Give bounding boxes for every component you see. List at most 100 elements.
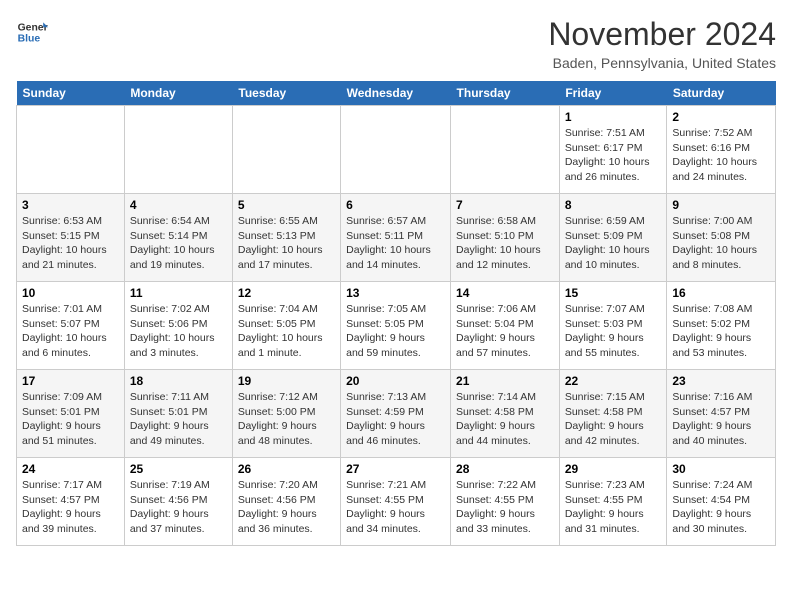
- week-row-4: 17 Sunrise: 7:09 AM Sunset: 5:01 PM Dayli…: [17, 370, 776, 458]
- title-block: November 2024 Baden, Pennsylvania, Unite…: [548, 16, 776, 71]
- day-number: 6: [346, 198, 445, 212]
- day-number: 8: [565, 198, 662, 212]
- day-number: 28: [456, 462, 554, 476]
- day-info: Sunrise: 7:52 AM Sunset: 6:16 PM Dayligh…: [672, 126, 770, 185]
- day-number: 7: [456, 198, 554, 212]
- calendar-cell: 15 Sunrise: 7:07 AM Sunset: 5:03 PM Dayli…: [559, 282, 667, 370]
- day-number: 15: [565, 286, 662, 300]
- calendar-cell: 9 Sunrise: 7:00 AM Sunset: 5:08 PM Daylig…: [667, 194, 776, 282]
- calendar-cell: 11 Sunrise: 7:02 AM Sunset: 5:06 PM Dayli…: [124, 282, 232, 370]
- calendar-cell: 22 Sunrise: 7:15 AM Sunset: 4:58 PM Dayli…: [559, 370, 667, 458]
- calendar-cell: 4Sunrise: 6:54 AM Sunset: 5:14 PM Daylig…: [124, 194, 232, 282]
- calendar-cell: 20Sunrise: 7:13 AM Sunset: 4:59 PM Dayli…: [341, 370, 451, 458]
- logo-icon: General Blue: [16, 16, 48, 48]
- day-number: 5: [238, 198, 335, 212]
- month-title: November 2024: [548, 16, 776, 53]
- day-number: 12: [238, 286, 335, 300]
- calendar-cell: 5 Sunrise: 6:55 AM Sunset: 5:13 PM Daylig…: [232, 194, 340, 282]
- day-info: Sunrise: 7:14 AM Sunset: 4:58 PM Dayligh…: [456, 390, 554, 449]
- day-number: 10: [22, 286, 119, 300]
- day-info: Sunrise: 7:13 AM Sunset: 4:59 PM Dayligh…: [346, 390, 445, 449]
- day-info: Sunrise: 6:57 AM Sunset: 5:11 PM Dayligh…: [346, 214, 445, 273]
- calendar-cell: 3 Sunrise: 6:53 AM Sunset: 5:15 PM Daylig…: [17, 194, 125, 282]
- week-row-3: 10 Sunrise: 7:01 AM Sunset: 5:07 PM Dayli…: [17, 282, 776, 370]
- calendar-cell: 26 Sunrise: 7:20 AM Sunset: 4:56 PM Dayli…: [232, 458, 340, 546]
- day-number: 21: [456, 374, 554, 388]
- day-info: Sunrise: 7:12 AM Sunset: 5:00 PM Dayligh…: [238, 390, 335, 449]
- calendar-cell: 25 Sunrise: 7:19 AM Sunset: 4:56 PM Dayli…: [124, 458, 232, 546]
- calendar-cell: 28 Sunrise: 7:22 AM Sunset: 4:55 PM Dayli…: [451, 458, 560, 546]
- weekday-header-thursday: Thursday: [451, 81, 560, 106]
- day-number: 9: [672, 198, 770, 212]
- day-number: 29: [565, 462, 662, 476]
- calendar-cell: 2Sunrise: 7:52 AM Sunset: 6:16 PM Daylig…: [667, 106, 776, 194]
- calendar-cell: [17, 106, 125, 194]
- calendar-cell: 23Sunrise: 7:16 AM Sunset: 4:57 PM Dayli…: [667, 370, 776, 458]
- calendar-cell: 21 Sunrise: 7:14 AM Sunset: 4:58 PM Dayli…: [451, 370, 560, 458]
- svg-text:Blue: Blue: [18, 34, 41, 45]
- calendar-cell: 29Sunrise: 7:23 AM Sunset: 4:55 PM Dayli…: [559, 458, 667, 546]
- day-info: Sunrise: 7:02 AM Sunset: 5:06 PM Dayligh…: [130, 302, 227, 361]
- day-number: 1: [565, 110, 662, 124]
- calendar-cell: 27 Sunrise: 7:21 AM Sunset: 4:55 PM Dayli…: [341, 458, 451, 546]
- day-info: Sunrise: 7:16 AM Sunset: 4:57 PM Dayligh…: [672, 390, 770, 449]
- page-header: General Blue November 2024 Baden, Pennsy…: [16, 16, 776, 71]
- day-number: 14: [456, 286, 554, 300]
- day-info: Sunrise: 7:21 AM Sunset: 4:55 PM Dayligh…: [346, 478, 445, 537]
- weekday-header-tuesday: Tuesday: [232, 81, 340, 106]
- day-info: Sunrise: 7:22 AM Sunset: 4:55 PM Dayligh…: [456, 478, 554, 537]
- location: Baden, Pennsylvania, United States: [548, 55, 776, 71]
- logo: General Blue: [16, 16, 48, 48]
- weekday-header-monday: Monday: [124, 81, 232, 106]
- weekday-header-friday: Friday: [559, 81, 667, 106]
- calendar-cell: [451, 106, 560, 194]
- week-row-2: 3 Sunrise: 6:53 AM Sunset: 5:15 PM Daylig…: [17, 194, 776, 282]
- calendar-cell: 12 Sunrise: 7:04 AM Sunset: 5:05 PM Dayli…: [232, 282, 340, 370]
- calendar-cell: 6 Sunrise: 6:57 AM Sunset: 5:11 PM Daylig…: [341, 194, 451, 282]
- day-info: Sunrise: 7:15 AM Sunset: 4:58 PM Dayligh…: [565, 390, 662, 449]
- day-number: 17: [22, 374, 119, 388]
- calendar-cell: 14 Sunrise: 7:06 AM Sunset: 5:04 PM Dayli…: [451, 282, 560, 370]
- day-info: Sunrise: 6:53 AM Sunset: 5:15 PM Dayligh…: [22, 214, 119, 273]
- calendar-cell: [341, 106, 451, 194]
- day-info: Sunrise: 7:06 AM Sunset: 5:04 PM Dayligh…: [456, 302, 554, 361]
- week-row-1: 1Sunrise: 7:51 AM Sunset: 6:17 PM Daylig…: [17, 106, 776, 194]
- day-number: 27: [346, 462, 445, 476]
- day-number: 25: [130, 462, 227, 476]
- day-number: 11: [130, 286, 227, 300]
- calendar-cell: 30 Sunrise: 7:24 AM Sunset: 4:54 PM Dayli…: [667, 458, 776, 546]
- day-info: Sunrise: 7:17 AM Sunset: 4:57 PM Dayligh…: [22, 478, 119, 537]
- calendar-cell: 1Sunrise: 7:51 AM Sunset: 6:17 PM Daylig…: [559, 106, 667, 194]
- day-info: Sunrise: 7:01 AM Sunset: 5:07 PM Dayligh…: [22, 302, 119, 361]
- day-info: Sunrise: 6:54 AM Sunset: 5:14 PM Dayligh…: [130, 214, 227, 273]
- day-number: 26: [238, 462, 335, 476]
- calendar-cell: 7Sunrise: 6:58 AM Sunset: 5:10 PM Daylig…: [451, 194, 560, 282]
- calendar-cell: 24 Sunrise: 7:17 AM Sunset: 4:57 PM Dayli…: [17, 458, 125, 546]
- calendar-cell: 16Sunrise: 7:08 AM Sunset: 5:02 PM Dayli…: [667, 282, 776, 370]
- day-info: Sunrise: 7:11 AM Sunset: 5:01 PM Dayligh…: [130, 390, 227, 449]
- day-info: Sunrise: 7:08 AM Sunset: 5:02 PM Dayligh…: [672, 302, 770, 361]
- day-info: Sunrise: 7:19 AM Sunset: 4:56 PM Dayligh…: [130, 478, 227, 537]
- day-info: Sunrise: 7:24 AM Sunset: 4:54 PM Dayligh…: [672, 478, 770, 537]
- calendar-table: SundayMondayTuesdayWednesdayThursdayFrid…: [16, 81, 776, 546]
- day-info: Sunrise: 7:04 AM Sunset: 5:05 PM Dayligh…: [238, 302, 335, 361]
- day-info: Sunrise: 7:00 AM Sunset: 5:08 PM Dayligh…: [672, 214, 770, 273]
- day-number: 30: [672, 462, 770, 476]
- calendar-cell: [232, 106, 340, 194]
- day-number: 3: [22, 198, 119, 212]
- day-number: 24: [22, 462, 119, 476]
- day-info: Sunrise: 6:55 AM Sunset: 5:13 PM Dayligh…: [238, 214, 335, 273]
- calendar-cell: 18 Sunrise: 7:11 AM Sunset: 5:01 PM Dayli…: [124, 370, 232, 458]
- calendar-cell: 13Sunrise: 7:05 AM Sunset: 5:05 PM Dayli…: [341, 282, 451, 370]
- week-row-5: 24 Sunrise: 7:17 AM Sunset: 4:57 PM Dayli…: [17, 458, 776, 546]
- day-info: Sunrise: 7:07 AM Sunset: 5:03 PM Dayligh…: [565, 302, 662, 361]
- day-info: Sunrise: 7:05 AM Sunset: 5:05 PM Dayligh…: [346, 302, 445, 361]
- day-info: Sunrise: 7:20 AM Sunset: 4:56 PM Dayligh…: [238, 478, 335, 537]
- day-number: 18: [130, 374, 227, 388]
- calendar-cell: 17 Sunrise: 7:09 AM Sunset: 5:01 PM Dayli…: [17, 370, 125, 458]
- calendar-cell: [124, 106, 232, 194]
- day-info: Sunrise: 7:09 AM Sunset: 5:01 PM Dayligh…: [22, 390, 119, 449]
- day-number: 22: [565, 374, 662, 388]
- day-number: 19: [238, 374, 335, 388]
- weekday-header-sunday: Sunday: [17, 81, 125, 106]
